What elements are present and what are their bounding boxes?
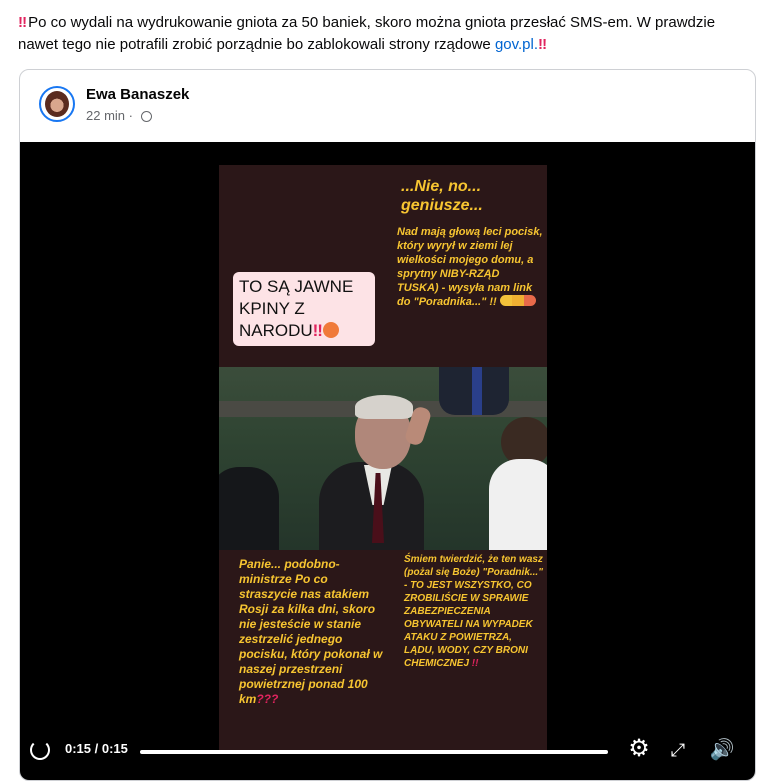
post-body: Po co wydali na wydrukowanie gniota za 5… [18,14,716,53]
bottom-right-caption: Śmiem twierdzić, że ten wasz (pożal się … [404,554,543,669]
double-exclamation-icon: ‼ [312,321,323,340]
angry-face-icon [322,322,339,338]
parliament-photo [219,367,547,550]
post-time[interactable]: 22 min [86,108,125,123]
bottom-left-caption: Panie... podobno-ministrze Po co straszy… [239,557,383,706]
double-exclamation-icon: ‼ [18,14,27,31]
globe-icon [140,111,152,122]
video-frame: TO SĄ JAWNE KPINY Z NARODU‼ ...Nie, no..… [219,165,547,751]
video-player[interactable]: TO SĄ JAWNE KPINY Z NARODU‼ ...Nie, no..… [20,142,755,780]
fullscreen-expand-icon[interactable]: ⤢ [666,738,690,762]
shared-post-card: Ewa Banaszek 22 min · TO SĄ JAWNE KPINY … [19,69,756,781]
avatar[interactable] [39,86,75,122]
top-right-caption: Nad mają głową leci pocisk, który wyrył … [397,226,543,308]
progress-bar[interactable] [140,750,608,754]
geniusze-heading: ...Nie, no... geniusze... [401,178,483,214]
post-meta: 22 min · [86,108,152,123]
jawne-kpiny-caption: TO SĄ JAWNE KPINY Z NARODU‼ [233,272,375,346]
replay-icon[interactable] [30,740,50,760]
post-text: ‼ Po co wydali na wydrukowanie gniota za … [18,12,758,56]
time-display: 0:15 / 0:15 [65,741,128,756]
settings-gear-icon[interactable]: ⚙ [626,736,652,762]
author-name[interactable]: Ewa Banaszek [86,86,189,103]
emoji-faces-icon [499,295,536,306]
double-exclamation-icon: ‼ [538,36,547,53]
volume-icon[interactable]: 🔊 [708,736,736,764]
video-controls: 0:15 / 0:15 ⚙ ⤢ 🔊 [20,728,755,780]
meta-dot: · [128,108,133,123]
gov-link[interactable]: gov.pl. [495,36,538,53]
